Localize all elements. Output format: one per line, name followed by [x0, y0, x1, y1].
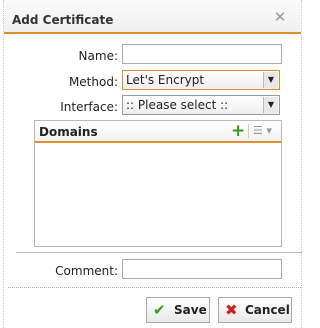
background-edge-right	[301, 0, 305, 328]
plus-icon[interactable]: +	[231, 122, 245, 140]
domains-grid-header: Domains + ☰ ▾	[35, 121, 281, 143]
interface-selected-value: :: Please select ::	[126, 98, 229, 112]
name-input[interactable]	[122, 44, 282, 64]
x-icon: ✖	[225, 301, 238, 319]
save-button[interactable]: ✔ Save	[146, 297, 210, 323]
cancel-button-label: Cancel	[245, 303, 290, 317]
checkmark-icon: ✔	[153, 301, 166, 319]
toolbar-separator	[248, 124, 249, 138]
add-certificate-dialog: Add Certificate ✕ Name: Method: Let's En…	[4, 0, 302, 328]
domains-grid: Domains + ☰ ▾	[34, 120, 282, 247]
dialog-title: Add Certificate	[12, 13, 114, 27]
footer-divider	[8, 287, 301, 288]
name-label: Name:	[78, 49, 118, 63]
domains-grid-title: Domains	[39, 125, 98, 139]
method-label: Method:	[68, 75, 118, 89]
method-selected-value: Let's Encrypt	[126, 73, 205, 87]
chevron-down-icon[interactable]: ▼	[263, 97, 278, 113]
close-icon[interactable]: ✕	[272, 9, 288, 25]
cancel-button[interactable]: ✖ Cancel	[218, 297, 292, 323]
interface-label: Interface:	[60, 100, 118, 114]
divider	[16, 252, 302, 253]
domains-grid-body[interactable]	[35, 143, 281, 246]
list-menu-icon[interactable]: ☰ ▾	[253, 124, 272, 137]
chevron-down-icon[interactable]: ▼	[263, 72, 278, 88]
interface-select[interactable]: :: Please select :: ▼	[122, 95, 280, 115]
save-button-label: Save	[174, 303, 207, 317]
comment-input[interactable]	[122, 259, 282, 279]
method-select[interactable]: Let's Encrypt ▼	[122, 70, 280, 90]
dialog-titlebar[interactable]: Add Certificate ✕	[4, 0, 301, 34]
comment-label: Comment:	[55, 264, 118, 278]
